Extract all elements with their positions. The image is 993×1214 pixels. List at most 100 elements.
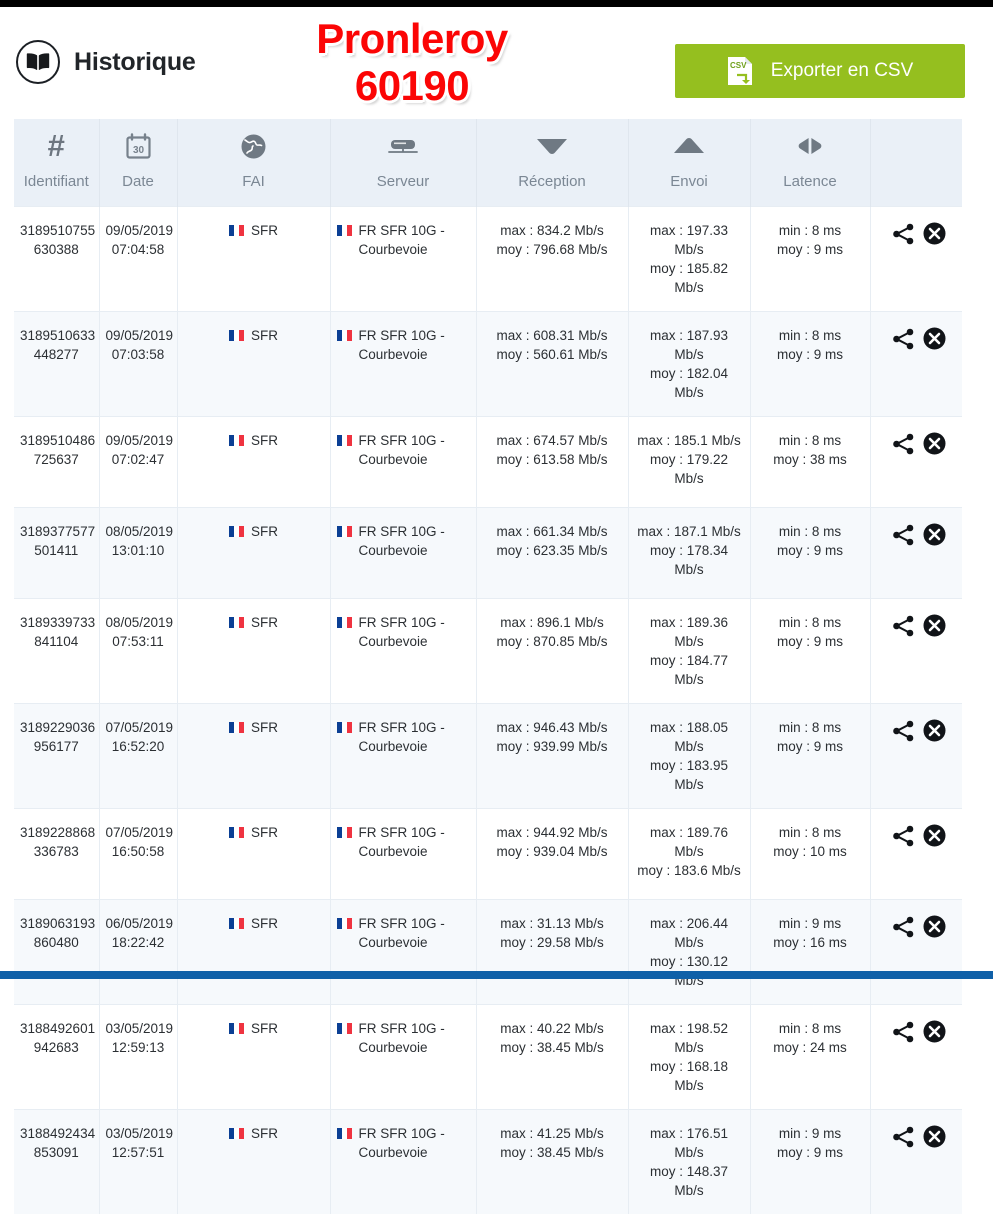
server-name-line-2: Courbevoie — [359, 543, 428, 558]
cell-latence: min : 9 ms moy : 9 ms — [750, 1110, 870, 1214]
server-name-line-1: FR SFR 10G - — [359, 825, 445, 840]
server-name-line-1: FR SFR 10G - — [359, 916, 445, 931]
identifiant-part-1: 3189063193 — [20, 914, 93, 933]
table-row[interactable]: 3189229036 956177 07/05/2019 16:52:20 SF… — [14, 704, 962, 809]
date-value: 08/05/2019 — [106, 522, 171, 541]
column-header-reception[interactable]: Réception — [476, 119, 628, 207]
share-icon[interactable] — [891, 432, 916, 456]
cell-latence: min : 8 ms moy : 9 ms — [750, 312, 870, 417]
flag-france-icon — [337, 435, 352, 446]
reception-moy: moy : 870.85 Mb/s — [483, 632, 622, 651]
cell-reception: max : 661.34 Mb/s moy : 623.35 Mb/s — [476, 508, 628, 599]
reception-moy: moy : 29.58 Mb/s — [483, 933, 622, 952]
cell-fai: SFR — [177, 508, 330, 599]
column-label: Réception — [518, 173, 586, 190]
column-header-actions — [870, 119, 962, 207]
share-icon[interactable] — [891, 719, 916, 743]
cell-fai: SFR — [177, 1005, 330, 1110]
delete-circle-x-icon[interactable] — [922, 914, 947, 939]
table-row[interactable]: 3189228868 336783 07/05/2019 16:50:58 SF… — [14, 809, 962, 900]
latence-moy: moy : 9 ms — [757, 345, 864, 364]
fai-name: SFR — [251, 221, 278, 240]
calendar-icon: 30 — [125, 131, 152, 161]
fai-name: SFR — [251, 326, 278, 345]
cell-identifiant: 3189063193 860480 — [14, 900, 99, 1005]
reception-moy: moy : 939.04 Mb/s — [483, 842, 622, 861]
table-row[interactable]: 3189339733 841104 08/05/2019 07:53:11 SF… — [14, 599, 962, 704]
identifiant-part-2: 448277 — [20, 345, 93, 364]
cell-envoi: max : 187.93 Mb/s moy : 182.04 Mb/s — [628, 312, 750, 417]
server-name-line-2: Courbevoie — [359, 452, 428, 467]
delete-circle-x-icon[interactable] — [922, 613, 947, 638]
envoi-max: max : 187.1 Mb/s — [635, 522, 744, 541]
table-row[interactable]: 3189377577 501411 08/05/2019 13:01:10 SF… — [14, 508, 962, 599]
delete-circle-x-icon[interactable] — [922, 718, 947, 743]
share-icon[interactable] — [891, 614, 916, 638]
column-header-fai[interactable]: FAI — [177, 119, 330, 207]
cell-reception: max : 946.43 Mb/s moy : 939.99 Mb/s — [476, 704, 628, 809]
delete-circle-x-icon[interactable] — [922, 1124, 947, 1149]
share-icon[interactable] — [891, 1125, 916, 1149]
table-body: 3189510755 630388 09/05/2019 07:04:58 SF… — [14, 207, 962, 1214]
table-row[interactable]: 3189510633 448277 09/05/2019 07:03:58 SF… — [14, 312, 962, 417]
cell-date: 09/05/2019 07:03:58 — [99, 312, 177, 417]
time-value: 16:52:20 — [106, 737, 171, 756]
column-label: Identifiant — [24, 173, 89, 190]
share-icon[interactable] — [891, 824, 916, 848]
delete-circle-x-icon[interactable] — [922, 221, 947, 246]
share-icon[interactable] — [891, 327, 916, 351]
table-row[interactable]: 3189063193 860480 06/05/2019 18:22:42 SF… — [14, 900, 962, 1005]
identifiant-part-1: 3189229036 — [20, 718, 93, 737]
cell-latence: min : 8 ms moy : 10 ms — [750, 809, 870, 900]
reception-max: max : 41.25 Mb/s — [483, 1124, 622, 1143]
column-header-date[interactable]: 30 Date — [99, 119, 177, 207]
identifiant-part-2: 841104 — [20, 632, 93, 651]
cell-envoi: max : 189.76 Mb/s moy : 183.6 Mb/s — [628, 809, 750, 900]
identifiant-part-2: 501411 — [20, 541, 93, 560]
reception-max: max : 834.2 Mb/s — [483, 221, 622, 240]
flag-france-icon — [229, 1023, 244, 1034]
share-icon[interactable] — [891, 523, 916, 547]
latence-min: min : 8 ms — [757, 326, 864, 345]
table-row[interactable]: 3189510755 630388 09/05/2019 07:04:58 SF… — [14, 207, 962, 312]
date-value: 09/05/2019 — [106, 221, 171, 240]
cell-latence: min : 8 ms moy : 9 ms — [750, 207, 870, 312]
table-row[interactable]: 3188492601 942683 03/05/2019 12:59:13 SF… — [14, 1005, 962, 1110]
reception-max: max : 661.34 Mb/s — [483, 522, 622, 541]
latence-moy: moy : 10 ms — [757, 842, 864, 861]
table-row[interactable]: 3188492434 853091 03/05/2019 12:57:51 SF… — [14, 1110, 962, 1214]
cell-actions — [870, 704, 962, 809]
reception-max: max : 31.13 Mb/s — [483, 914, 622, 933]
export-csv-button[interactable]: CSV Exporter en CSV — [675, 44, 965, 98]
cell-actions — [870, 312, 962, 417]
fai-name: SFR — [251, 613, 278, 632]
fai-name: SFR — [251, 1019, 278, 1038]
server-name-line-1: FR SFR 10G - — [359, 1021, 445, 1036]
delete-circle-x-icon[interactable] — [922, 326, 947, 351]
table-row[interactable]: 3189510486 725637 09/05/2019 07:02:47 SF… — [14, 417, 962, 508]
time-value: 18:22:42 — [106, 933, 171, 952]
identifiant-part-1: 3189377577 — [20, 522, 93, 541]
cell-identifiant: 3189339733 841104 — [14, 599, 99, 704]
delete-circle-x-icon[interactable] — [922, 1019, 947, 1044]
share-icon[interactable] — [891, 222, 916, 246]
column-header-envoi[interactable]: Envoi — [628, 119, 750, 207]
column-header-identifiant[interactable]: # Identifiant — [14, 119, 99, 207]
cell-date: 03/05/2019 12:59:13 — [99, 1005, 177, 1110]
flag-france-icon — [337, 617, 352, 628]
share-icon[interactable] — [891, 915, 916, 939]
latence-min: min : 8 ms — [757, 823, 864, 842]
delete-circle-x-icon[interactable] — [922, 823, 947, 848]
envoi-moy: moy : 185.82 Mb/s — [635, 259, 744, 297]
latence-min: min : 9 ms — [757, 1124, 864, 1143]
share-icon[interactable] — [891, 1020, 916, 1044]
latence-min: min : 8 ms — [757, 522, 864, 541]
cell-actions — [870, 809, 962, 900]
cell-fai: SFR — [177, 207, 330, 312]
latence-moy: moy : 9 ms — [757, 240, 864, 259]
delete-circle-x-icon[interactable] — [922, 431, 947, 456]
cell-reception: max : 834.2 Mb/s moy : 796.68 Mb/s — [476, 207, 628, 312]
column-header-latence[interactable]: Latence — [750, 119, 870, 207]
column-header-serveur[interactable]: Serveur — [330, 119, 476, 207]
delete-circle-x-icon[interactable] — [922, 522, 947, 547]
